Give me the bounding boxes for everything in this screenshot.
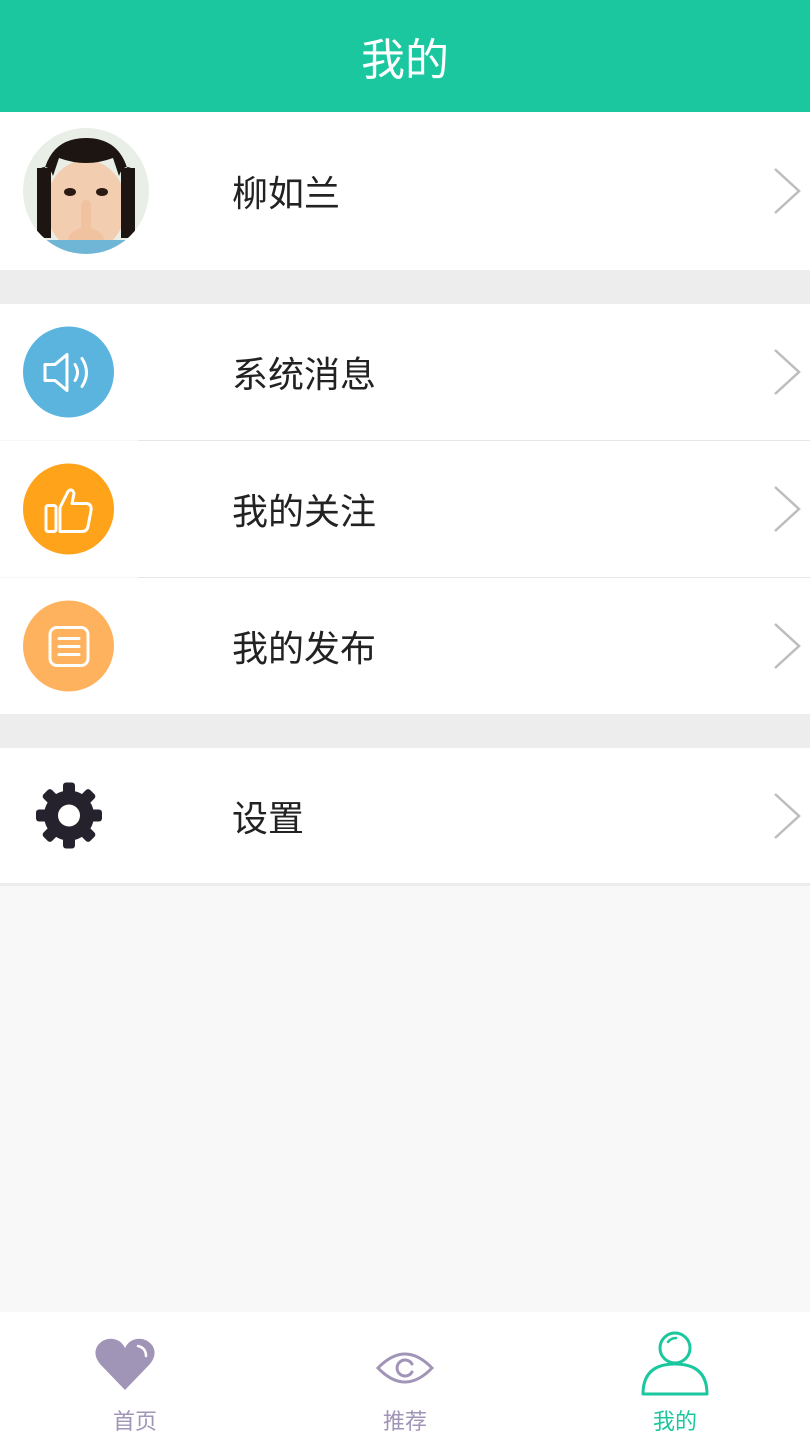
bottom-tab-bar: 首页 推荐 我的 <box>0 1312 810 1440</box>
page-title: 我的 <box>361 35 449 86</box>
avatar[interactable] <box>23 128 149 254</box>
chevron-right-icon <box>774 623 801 669</box>
section-separator <box>0 714 810 748</box>
profile-name: 柳如兰 <box>232 174 341 215</box>
tab-label: 推荐 <box>382 1410 427 1435</box>
menu-item-label: 设置 <box>232 798 305 840</box>
chevron-right-icon <box>774 486 801 532</box>
section-separator <box>0 270 810 304</box>
tab-recommend[interactable]: 推荐 <box>270 1312 540 1440</box>
menu-item-my-posts[interactable]: 我的发布 <box>0 578 810 714</box>
thumbs-up-icon <box>23 463 114 555</box>
speaker-icon <box>23 326 114 418</box>
gear-icon <box>23 770 114 861</box>
tab-label: 首页 <box>112 1410 157 1435</box>
profile-row[interactable]: 柳如兰 <box>0 112 810 270</box>
tab-label: 我的 <box>652 1410 697 1435</box>
section-bottom-border <box>0 883 810 886</box>
chevron-right-icon <box>774 349 801 395</box>
menu-item-label: 我的关注 <box>232 492 377 533</box>
header-bar: 我的 <box>0 0 810 112</box>
chevron-right-icon <box>774 792 801 839</box>
menu-item-label: 系统消息 <box>232 355 377 396</box>
tab-home[interactable]: 首页 <box>0 1312 270 1440</box>
heart-icon <box>95 1338 155 1390</box>
eye-icon <box>375 1352 435 1384</box>
menu-item-settings[interactable]: 设置 <box>0 748 810 883</box>
menu-item-label: 我的发布 <box>232 629 377 670</box>
user-icon <box>641 1331 709 1396</box>
app-screen: 我的 柳如兰 系统消息 我的关注 我的发布 设置 首页 推荐 我的 <box>0 0 810 1440</box>
document-icon <box>23 600 114 692</box>
menu-item-my-follows[interactable]: 我的关注 <box>0 441 810 577</box>
tab-mine[interactable]: 我的 <box>540 1312 810 1440</box>
menu-item-system-messages[interactable]: 系统消息 <box>0 304 810 440</box>
chevron-right-icon <box>774 168 801 214</box>
